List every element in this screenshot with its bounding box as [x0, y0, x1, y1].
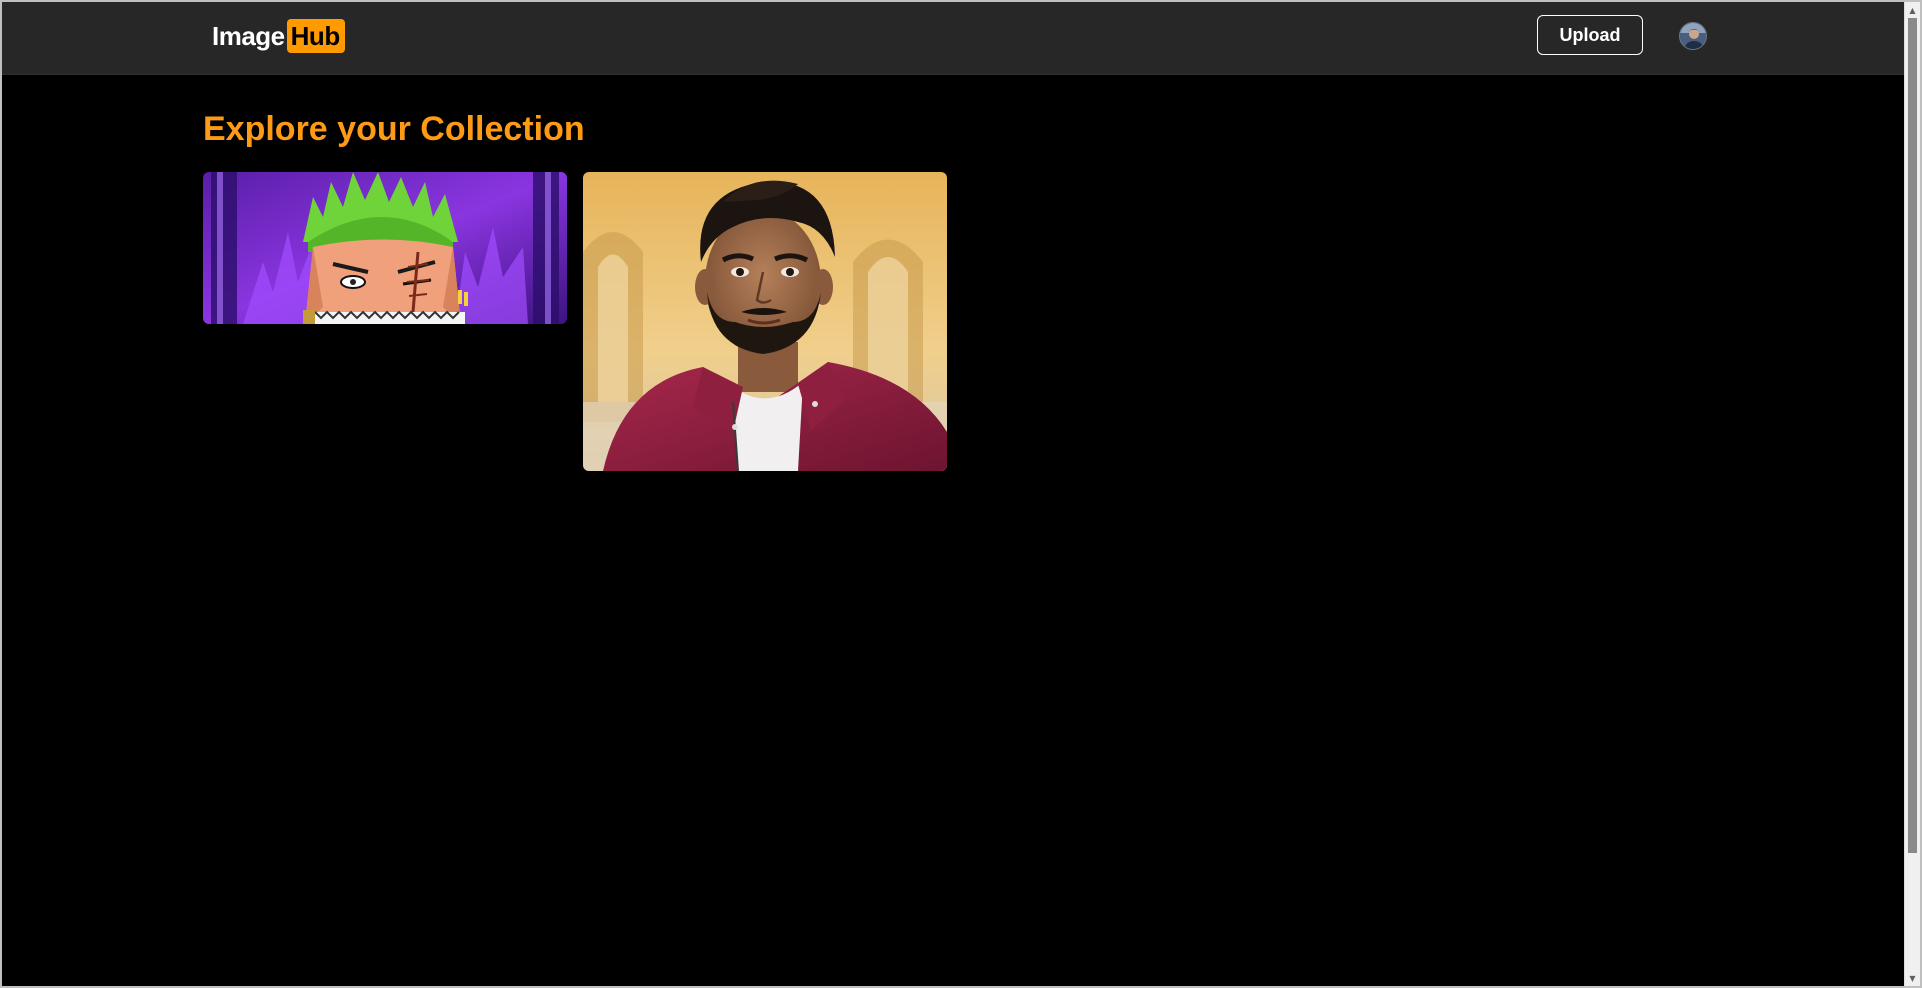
vertical-scrollbar[interactable]: ▲ ▼ [1904, 2, 1920, 986]
page-title: Explore your Collection [203, 110, 585, 148]
anime-character-image [203, 172, 567, 324]
logo-text-hub: Hub [286, 19, 345, 53]
scrollbar-thumb[interactable] [1908, 18, 1917, 853]
gallery-card-portrait[interactable] [583, 172, 947, 471]
scroll-down-arrow-icon[interactable]: ▼ [1905, 970, 1920, 986]
avatar[interactable] [1679, 22, 1707, 50]
avatar-icon [1680, 23, 1706, 49]
scroll-up-arrow-icon[interactable]: ▲ [1905, 2, 1920, 18]
logo-text-image: Image [212, 20, 285, 51]
browser-frame: Image Hub Upload Explore your Collection [0, 0, 1922, 988]
gallery-card-anime[interactable] [203, 172, 567, 324]
page-viewport: Image Hub Upload Explore your Collection [2, 2, 1904, 986]
portrait-photo-image [583, 172, 947, 471]
logo[interactable]: Image Hub [212, 18, 345, 54]
navbar: Image Hub Upload [2, 2, 1904, 75]
upload-button[interactable]: Upload [1537, 15, 1643, 55]
